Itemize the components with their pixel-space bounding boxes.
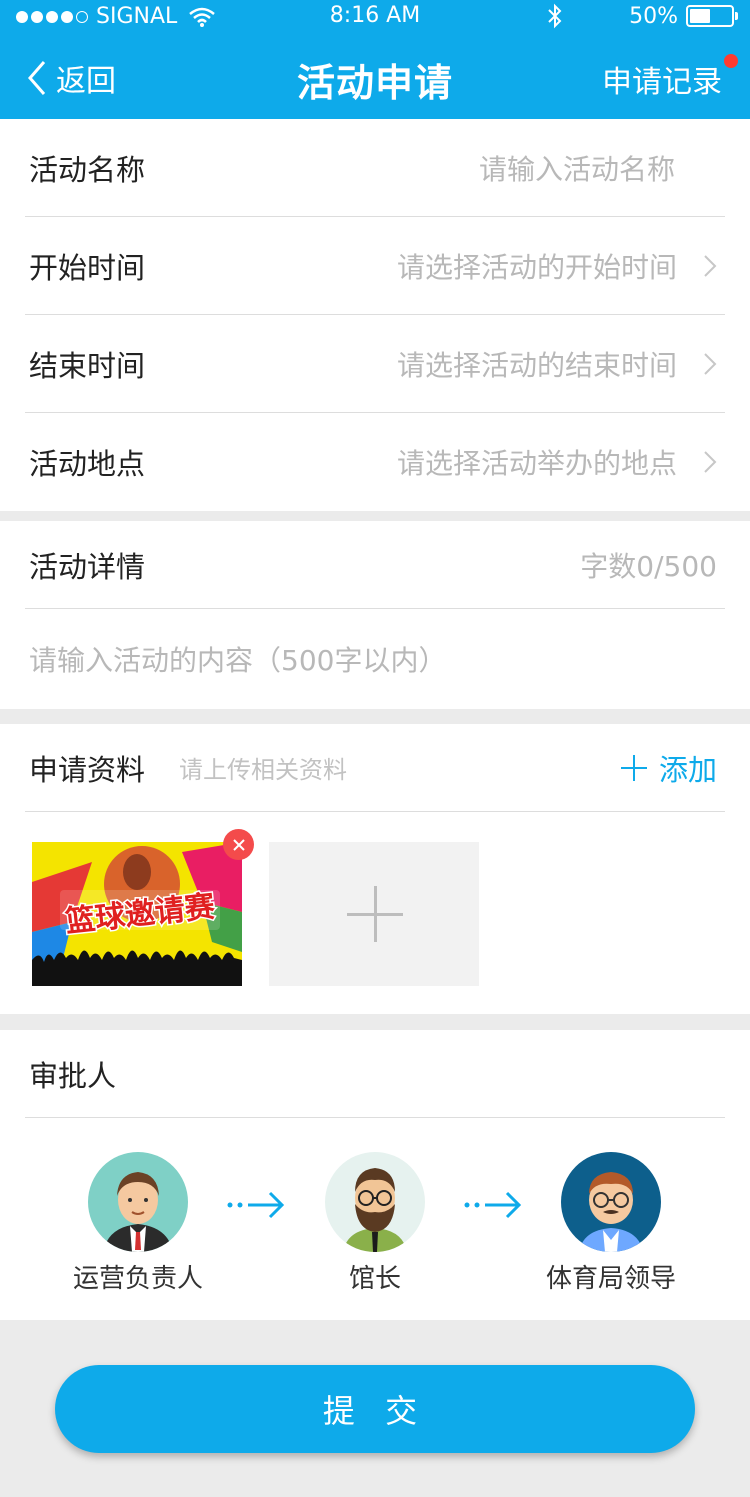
avatar [325,1152,425,1252]
start-time-picker[interactable]: 请选择活动的开始时间 [397,246,677,286]
battery-group: 50% [545,3,738,29]
status-bar: SIGNAL 8:16 AM 50% [0,0,750,36]
basketball-poster-image: 篮球邀请赛 [32,842,242,986]
approvers-section: 审批人 运营负责人 馆长 体育局领导 [0,1030,750,1320]
details-label: 活动详情 [29,549,146,584]
details-textarea[interactable]: 请输入活动的内容（500字以内） [29,639,446,679]
add-material-button[interactable]: 添加 [620,747,717,789]
person-avatar-icon [88,1152,188,1252]
start-time-label: 开始时间 [29,250,146,285]
header: SIGNAL 8:16 AM 50% 返回 活动申请 申请记录 [0,0,750,119]
plus-icon [347,886,403,942]
approver-name: 运营负责人 [72,1264,203,1294]
details-section: 活动详情 字数0/500 请输入活动的内容（500字以内） [0,521,750,709]
approver-2: 馆长 [275,1152,475,1295]
approver-3: 体育局领导 [511,1152,711,1295]
materials-hint: 请上传相关资料 [179,756,347,784]
approvers-label: 审批人 [29,1058,117,1093]
char-count: 字数0/500 [580,549,717,583]
add-image-slot[interactable] [269,842,479,986]
nav-bar: 返回 活动申请 申请记录 [0,36,750,119]
activity-name-row[interactable]: 活动名称 请输入活动名称 [25,119,725,217]
add-label: 添加 [658,752,717,787]
end-time-picker[interactable]: 请选择活动的结束时间 [397,344,677,384]
bluetooth-icon [548,3,562,29]
uploaded-image[interactable]: 篮球邀请赛 [32,842,242,986]
start-time-row[interactable]: 开始时间 请选择活动的开始时间 [25,217,725,315]
materials-header: 申请资料 请上传相关资料 添加 [25,724,725,812]
approver-name: 体育局领导 [545,1264,676,1294]
location-row[interactable]: 活动地点 请选择活动举办的地点 [25,413,725,511]
remove-image-button[interactable] [223,829,254,860]
approver-name: 馆长 [348,1264,401,1294]
basic-info-section: 活动名称 请输入活动名称 开始时间 请选择活动的开始时间 结束时间 请选择活动的… [0,119,750,511]
activity-name-label: 活动名称 [29,152,146,187]
plus-icon [620,754,647,781]
end-time-label: 结束时间 [29,348,146,383]
chevron-right-icon [704,352,717,375]
avatar [561,1152,661,1252]
chevron-right-icon [704,254,717,277]
battery-fill [690,9,710,23]
end-time-row[interactable]: 结束时间 请选择活动的结束时间 [25,315,725,413]
avatar [88,1152,188,1252]
notification-badge [724,54,738,68]
person-avatar-icon [325,1152,425,1252]
battery-icon [686,5,738,27]
approvers-header: 审批人 [25,1030,725,1118]
approver-1: 运营负责人 [38,1152,238,1295]
materials-section: 申请资料 请上传相关资料 添加 篮球邀请赛 [0,724,750,1014]
materials-label: 申请资料 [29,752,146,787]
details-header: 活动详情 字数0/500 [25,521,725,609]
close-icon [232,838,245,851]
records-button[interactable]: 申请记录 [602,57,722,101]
location-picker[interactable]: 请选择活动举办的地点 [397,442,677,482]
activity-name-input[interactable]: 请输入活动名称 [479,148,675,188]
person-avatar-icon [561,1152,661,1252]
battery-percent: 50% [629,3,678,29]
chevron-right-icon [704,451,717,473]
submit-button[interactable]: 提 交 [55,1365,695,1453]
location-label: 活动地点 [29,447,146,481]
